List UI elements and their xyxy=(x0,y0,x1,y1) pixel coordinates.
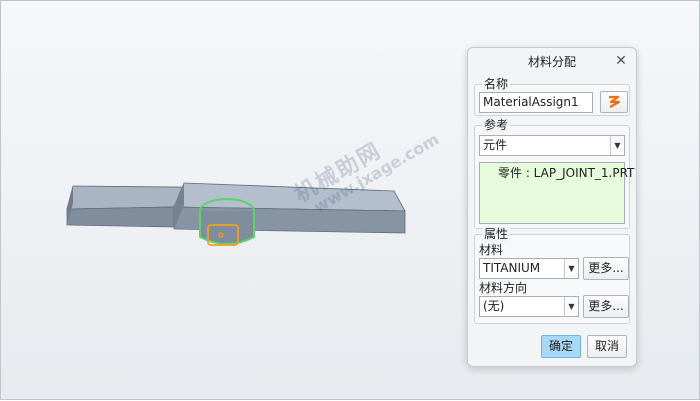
material-label: 材料 xyxy=(479,243,504,257)
edit-name-button[interactable] xyxy=(600,91,628,113)
chevron-down-icon[interactable]: ▼ xyxy=(610,136,624,155)
edit-name-icon xyxy=(609,95,621,108)
orientation-more-button[interactable]: 更多... xyxy=(583,295,629,318)
chevron-down-icon[interactable]: ▼ xyxy=(564,259,578,278)
close-icon[interactable]: ✕ xyxy=(614,54,628,68)
upper-plate-top[interactable] xyxy=(173,182,406,212)
reference-group: 参考 元件 ▼ 零件 : LAP_JOINT_1.PRT xyxy=(474,117,634,229)
material-more-button[interactable]: 更多... xyxy=(583,257,629,280)
reference-type-value: 元件 xyxy=(483,138,508,152)
properties-group-label: 属性 xyxy=(482,226,511,242)
name-input[interactable]: MaterialAssign1 xyxy=(479,92,593,113)
model-geometry[interactable] xyxy=(1,1,471,401)
name-group-label: 名称 xyxy=(482,76,511,92)
graphics-viewport[interactable]: 机械助网 www.jxage.com xyxy=(1,1,471,401)
reference-group-label: 参考 xyxy=(482,117,511,133)
material-value: TITANIUM xyxy=(483,261,541,275)
cancel-button[interactable]: 取消 xyxy=(587,335,627,358)
material-select[interactable]: TITANIUM ▼ xyxy=(479,258,579,279)
application-window: 机械助网 www.jxage.com 材料分配 ✕ 名称 MaterialAss… xyxy=(0,0,700,400)
material-orientation-value: (无) xyxy=(483,299,505,313)
material-orientation-select[interactable]: (无) ▼ xyxy=(479,296,579,317)
name-group: 名称 MaterialAssign1 xyxy=(474,76,630,116)
reference-list-item[interactable]: 零件 : LAP_JOINT_1.PRT xyxy=(498,165,634,181)
dialog-title: 材料分配 xyxy=(527,55,576,69)
material-assignment-dialog: 材料分配 ✕ 名称 MaterialAssign1 参考 元件 ▼ 零件 : L… xyxy=(467,47,637,367)
properties-group: 属性 材料 TITANIUM ▼ 更多... 材料方向 (无) ▼ 更多... xyxy=(474,226,630,324)
chevron-down-icon[interactable]: ▼ xyxy=(564,297,578,316)
reference-type-select[interactable]: 元件 ▼ xyxy=(479,135,625,156)
reference-list[interactable]: 零件 : LAP_JOINT_1.PRT xyxy=(479,162,634,224)
ok-button[interactable]: 确定 xyxy=(541,335,581,358)
material-orientation-label: 材料方向 xyxy=(479,281,528,295)
